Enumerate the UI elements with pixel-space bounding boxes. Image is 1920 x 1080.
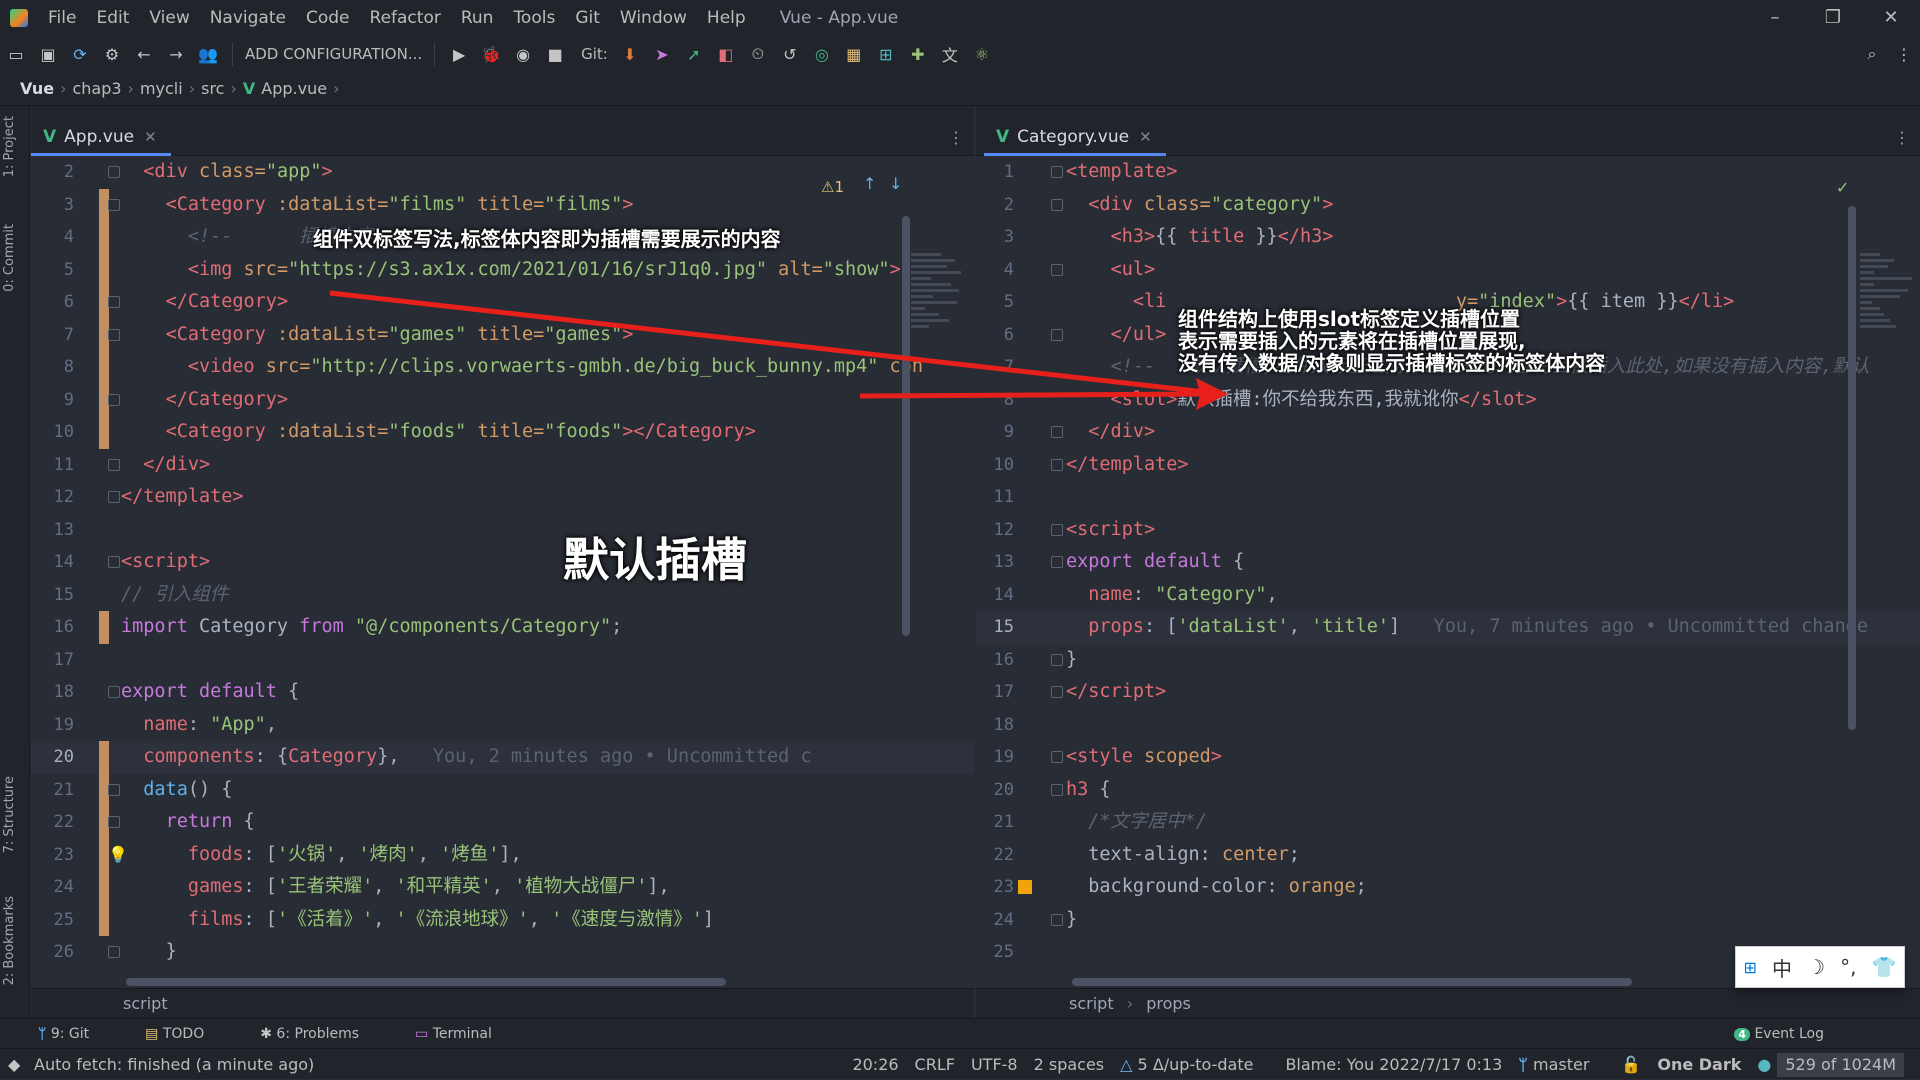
annotation-title: 默认插槽: [563, 533, 747, 587]
annotation-arrows: [329, 290, 1228, 410]
annotation-arrow-upper: [329, 290, 1206, 395]
annotation-right-line-3: 没有传入数据/对象则显示插槽标签的标签体内容: [1178, 351, 1606, 375]
annotation-arrowhead: [1196, 378, 1228, 410]
annotation-right-line-1: 组件结构上使用slot标签定义插槽位置: [1178, 307, 1521, 331]
annotation-left-note: 组件双标签写法,标签体内容即为插槽需要展示的内容: [313, 227, 781, 251]
annotation-right-line-2: 表示需要插入的元素将在插槽位置展现,: [1178, 329, 1526, 353]
annotation-arrow-lower: [859, 391, 1206, 399]
annotation-right-note: 组件结构上使用slot标签定义插槽位置 表示需要插入的元素将在插槽位置展现, 没…: [1178, 308, 1605, 374]
